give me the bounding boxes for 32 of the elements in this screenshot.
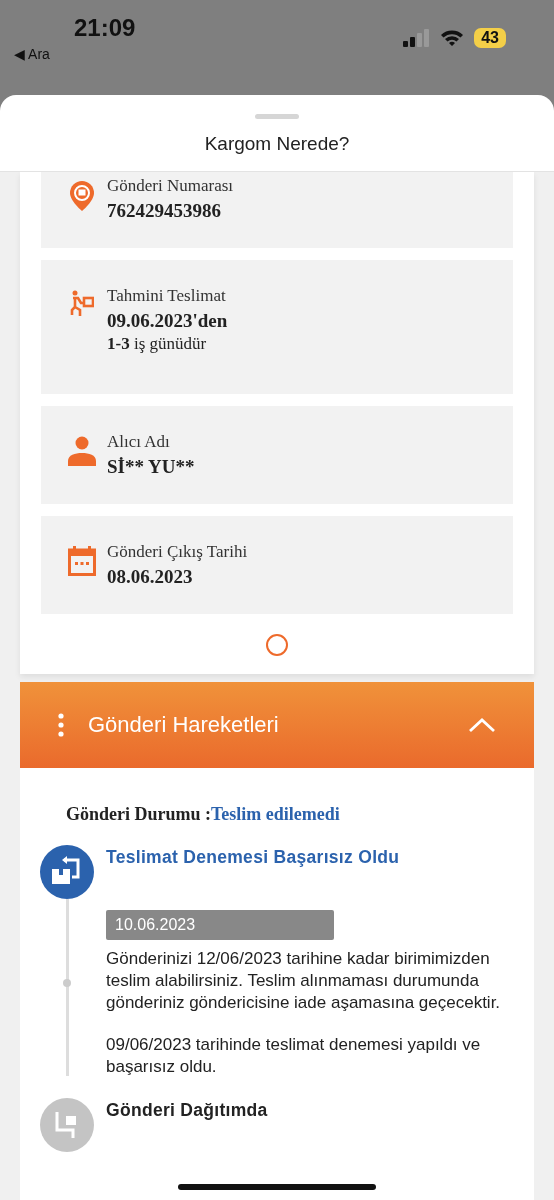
- clock-time: 21:09: [74, 14, 136, 42]
- info-value: 08.06.2023: [107, 566, 194, 588]
- box-return-icon: [40, 845, 94, 899]
- loading-spinner-icon: [266, 634, 288, 656]
- event-date: 10.06.2023: [106, 910, 334, 940]
- person-icon: [68, 436, 96, 466]
- info-label: Gönderi Numarası: [107, 176, 234, 196]
- chevron-up-icon[interactable]: [468, 717, 496, 733]
- timeline-dot: [63, 979, 71, 987]
- info-label: Tahmini Teslimat: [107, 286, 227, 306]
- calendar-icon: [68, 546, 96, 576]
- info-value: Sİ** YU**: [107, 456, 195, 478]
- event-description: Gönderinizi 12/06/2023 tarihine kadar birimimizden teslim alabilirsiniz. Teslim alınmaması durumunda gönderiniz göndericisine iade aşamasına geçecektir.: [106, 948, 502, 1014]
- wifi-icon: [440, 29, 465, 47]
- info-value: 09.06.2023'den: [107, 310, 228, 332]
- location-pin-icon: [69, 180, 95, 212]
- info-label: Gönderi Çıkış Tarihi: [107, 542, 248, 562]
- event-title: Teslimat Denemesi Başarısız Oldu: [106, 847, 401, 868]
- back-to-app-link[interactable]: ◀ Ara: [14, 46, 50, 62]
- info-value: 762429453986: [107, 200, 222, 222]
- more-icon: [58, 713, 64, 737]
- signal-icon: [402, 29, 431, 47]
- info-label: Alıcı Adı: [107, 432, 171, 452]
- event-description: 09/06/2023 tarihinde teslimat denemesi yapıldı ve başarısız oldu.: [106, 1034, 482, 1078]
- battery-indicator: 43: [474, 28, 506, 48]
- section-title: Gönderi Hareketleri: [88, 712, 280, 738]
- event-title: Gönderi Dağıtımda: [106, 1100, 269, 1121]
- sheet-handle[interactable]: [255, 114, 299, 119]
- status-label: Gönderi Durumu :: [66, 804, 211, 824]
- status-value: Teslim edilemedi: [211, 804, 340, 824]
- info-note: 1-3 iş günüdür: [107, 334, 208, 354]
- section-header[interactable]: Gönderi Hareketleri: [20, 682, 534, 768]
